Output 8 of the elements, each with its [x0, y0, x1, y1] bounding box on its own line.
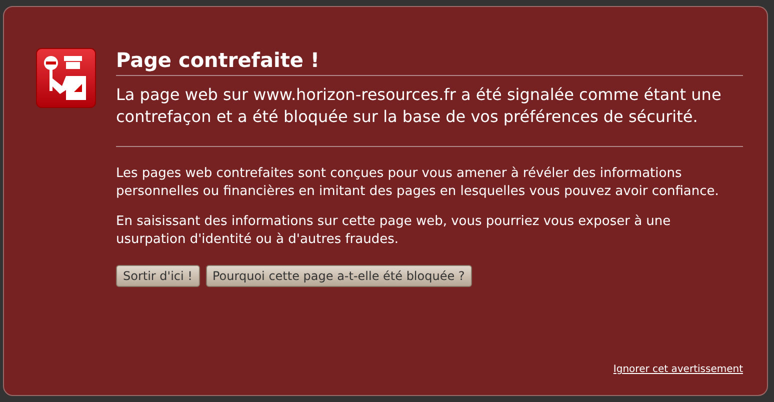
- page-title: Page contrefaite !: [116, 48, 743, 76]
- officer-stop-sign-icon: [36, 48, 96, 108]
- short-description: La page web sur www.horizon-resources.fr a été signalée comme étant une contrefaçon et a été bloquée sur la base de vos préférences de sécurité.: [116, 84, 743, 147]
- why-blocked-button[interactable]: Pourquoi cette page a-t-elle été bloquée ?: [206, 265, 472, 287]
- description-paragraph: En saisissant des informations sur cette page web, vous pourriez vous exposer à une usurpation d'identité ou à d'autres fraudes.: [116, 213, 672, 249]
- description-paragraph: Les pages web contrefaites sont conçues pour vous amener à révéler des informations personnelles ou financières en imitant des pages en lesquelles vous pouvez avoir confiance.: [116, 165, 720, 201]
- ignore-warning-link[interactable]: Ignorer cet avertissement: [613, 364, 743, 375]
- get-me-out-button[interactable]: Sortir d'ici !: [116, 265, 200, 287]
